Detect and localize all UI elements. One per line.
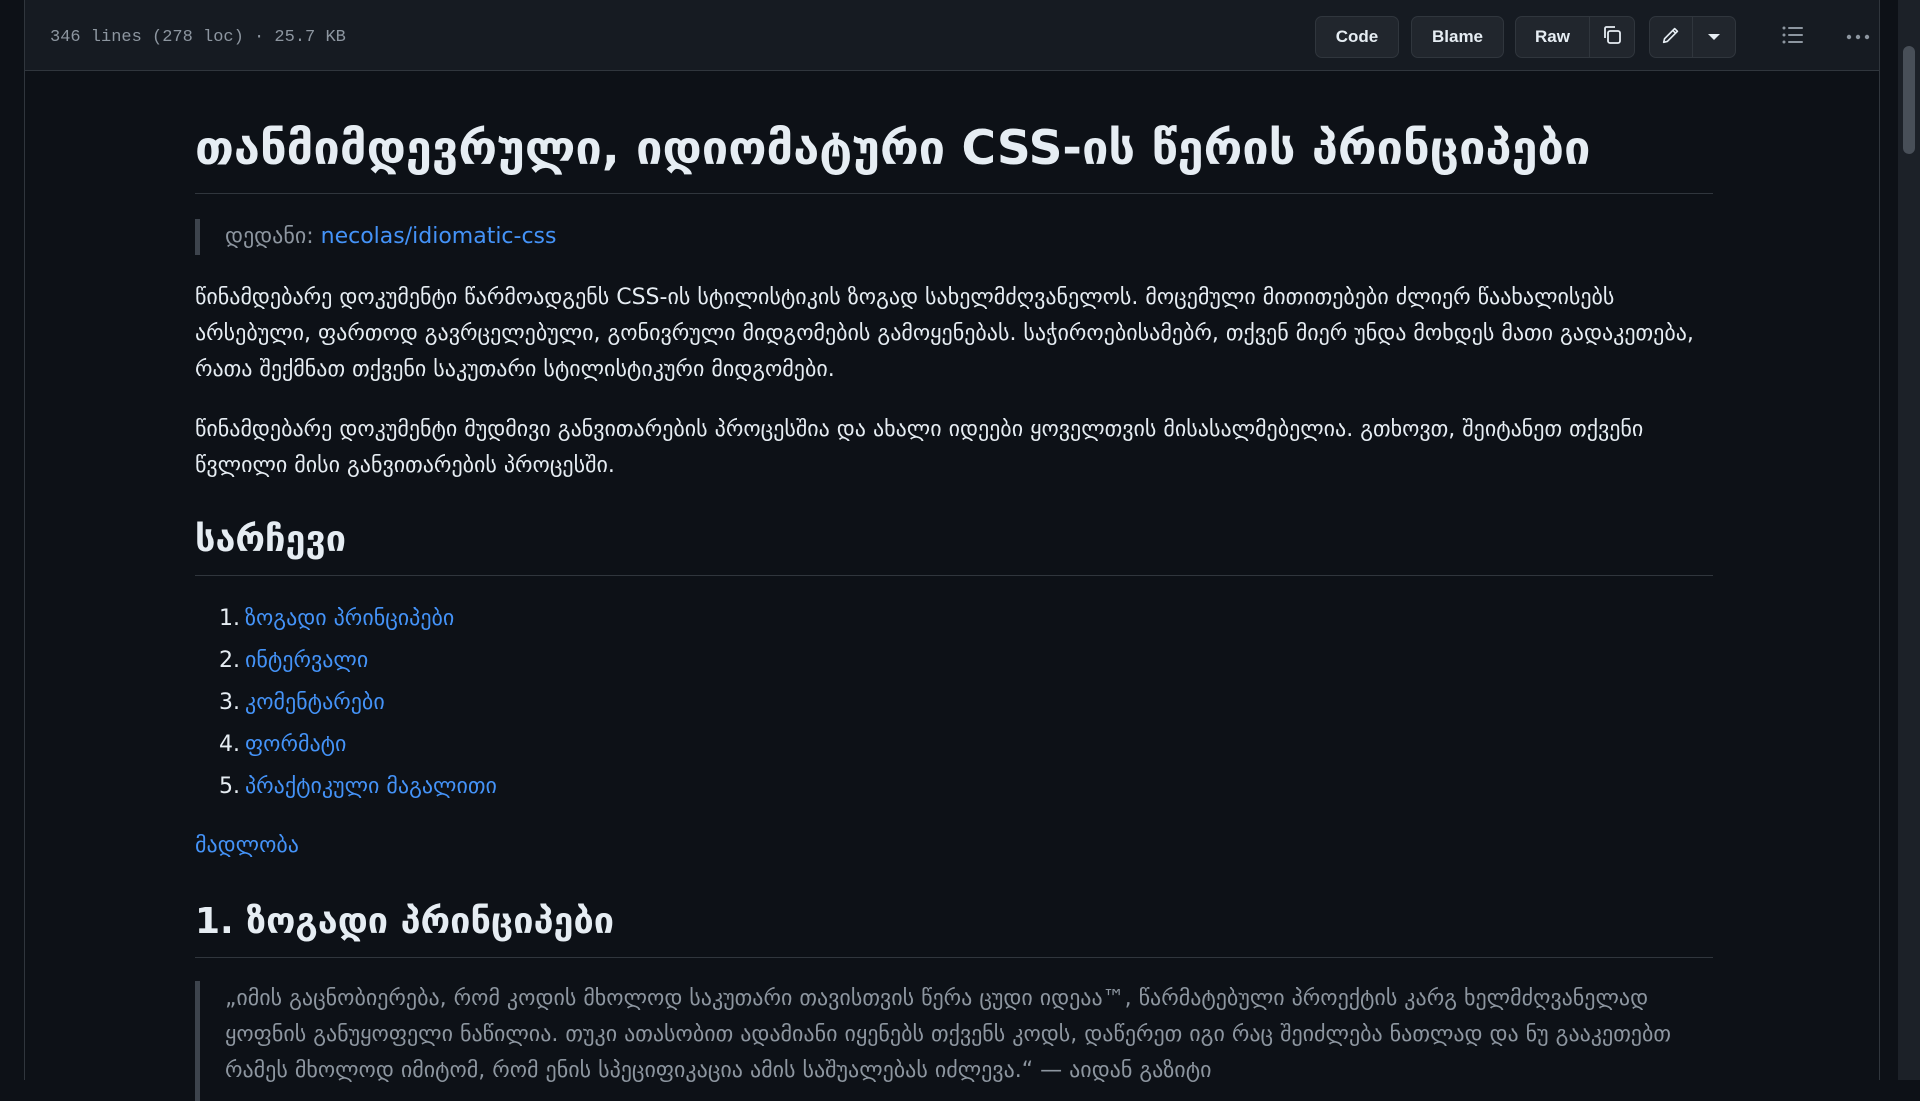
file-info: 346 lines (278 loc) · 25.7 KB <box>50 28 346 47</box>
blame-button[interactable]: Blame <box>1411 16 1504 58</box>
edit-button[interactable] <box>1649 16 1693 58</box>
file-header: 346 lines (278 loc) · 25.7 KB Code Blame… <box>25 0 1879 71</box>
thanks-link[interactable]: მადლობა <box>195 828 299 864</box>
pencil-icon <box>1660 24 1682 51</box>
toc-link-comments[interactable]: კომენტარები <box>245 682 385 724</box>
toc-item: 5. პრაქტიკული მაგალითი <box>195 766 497 808</box>
toc-heading: სარჩევი <box>195 515 1713 576</box>
intro-paragraph-2: წინამდებარე დოკუმენტი მუდმივი განვითარებ… <box>195 417 1644 478</box>
scrollbar-thumb[interactable] <box>1903 46 1915 154</box>
source-blockquote: დედანი: necolas/idiomatic-css <box>195 219 1713 255</box>
principles-quote: „იმის გაცნობიერება, რომ კოდის მხოლოდ საკ… <box>195 981 1713 1101</box>
edit-dropdown-button[interactable] <box>1693 16 1736 58</box>
kebab-horizontal-icon <box>1845 28 1871 46</box>
toc-item: 4. ფორმატი <box>195 724 497 766</box>
source-link[interactable]: necolas/idiomatic-css <box>321 224 557 249</box>
toc-item: 3. კომენტარები <box>195 682 497 724</box>
raw-copy-group: Raw <box>1515 16 1635 58</box>
quote-text: „იმის გაცნობიერება, რომ კოდის მხოლოდ საკ… <box>225 986 1671 1083</box>
intro-paragraph-1: წინამდებარე დოკუმენტი წარმოადგენს CSS-ის… <box>195 285 1694 382</box>
file-viewer: 346 lines (278 loc) · 25.7 KB Code Blame… <box>24 0 1880 1101</box>
toc-link-practical-example[interactable]: პრაქტიკული მაგალითი <box>245 766 497 808</box>
edit-group <box>1649 16 1736 58</box>
copy-icon <box>1600 23 1624 52</box>
code-button[interactable]: Code <box>1315 16 1399 58</box>
outline-button[interactable] <box>1771 16 1815 58</box>
toc-item: 2. ინტერვალი <box>195 640 497 682</box>
toc-link-general-principles[interactable]: ზოგადი პრინციპები <box>245 598 454 640</box>
toc-link-format[interactable]: ფორმატი <box>245 724 346 766</box>
list-unordered-icon <box>1781 24 1805 51</box>
triangle-down-icon <box>1707 27 1721 47</box>
copy-raw-button[interactable] <box>1590 16 1635 58</box>
toc-link-whitespace[interactable]: ინტერვალი <box>245 640 368 682</box>
more-options-button[interactable] <box>1836 16 1880 58</box>
section-1-heading: 1. ზოგადი პრინციპები <box>195 897 1713 958</box>
document-title: თანმიმდევრული, იდიომატური CSS-ის წერის პ… <box>195 119 1713 194</box>
raw-button[interactable]: Raw <box>1515 16 1590 58</box>
vertical-scrollbar[interactable] <box>1898 0 1920 1080</box>
table-of-contents: 1. ზოგადი პრინციპები 2. ინტერვალი 3. კომენტ… <box>195 598 497 808</box>
toc-item: 1. ზოგადი პრინციპები <box>195 598 497 640</box>
source-prefix: დედანი: <box>225 224 321 249</box>
